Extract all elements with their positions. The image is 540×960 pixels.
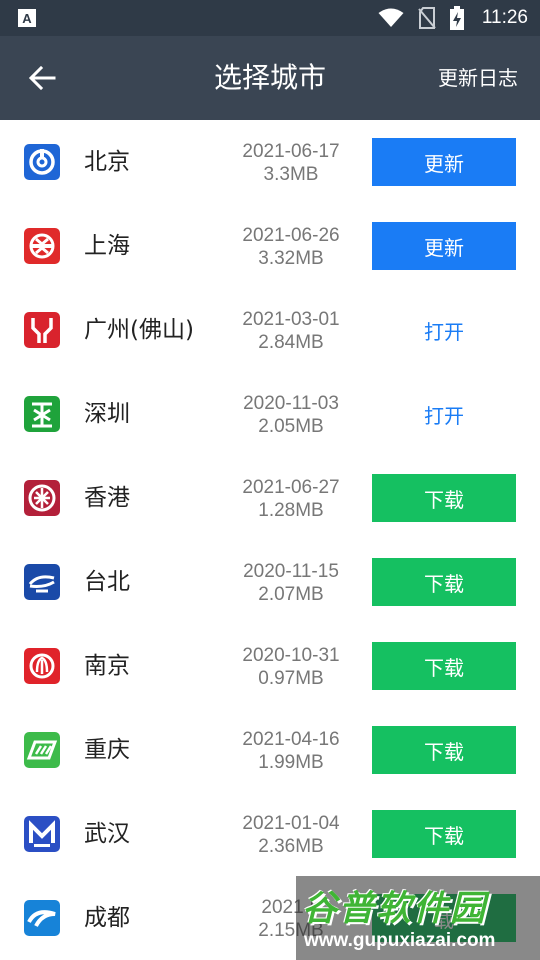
download-button[interactable]: 下载 — [372, 726, 516, 774]
city-row[interactable]: 深圳 2020-11-03 2.05MB 打开 — [0, 372, 540, 456]
city-row[interactable]: 上海 2021-06-26 3.32MB 更新 — [0, 204, 540, 288]
file-size: 1.28MB — [258, 500, 324, 521]
wuhan-metro-logo-icon — [24, 816, 60, 852]
shanghai-metro-logo-icon — [24, 228, 60, 264]
app-toolbar: 选择城市 更新日志 — [0, 36, 540, 120]
city-name: 武汉 — [84, 821, 130, 847]
city-name: 广州(佛山) — [84, 317, 194, 343]
taipei-metro-logo-icon — [24, 564, 60, 600]
update-button[interactable]: 更新 — [372, 222, 516, 270]
city-row[interactable]: 重庆 2021-04-16 1.99MB 下载 — [0, 708, 540, 792]
city-row[interactable]: 香港 2021-06-27 1.28MB 下载 — [0, 456, 540, 540]
update-date: 2021-01-04 — [242, 813, 340, 834]
chongqing-rail-logo-icon — [24, 732, 60, 768]
watermark-title: 谷普软件园 — [302, 889, 488, 929]
city-name: 重庆 — [84, 737, 130, 763]
back-button[interactable] — [22, 58, 62, 98]
chengdu-metro-logo-icon — [24, 900, 60, 936]
file-size: 2.07MB — [258, 584, 324, 605]
update-date: 2020-11-15 — [243, 561, 339, 582]
city-row[interactable]: 台北 2020-11-15 2.07MB 下载 — [0, 540, 540, 624]
battery-charging-icon — [449, 6, 464, 30]
update-date: 2021-06-27 — [242, 477, 340, 498]
watermark: 谷普软件园 www.gupuxiazai.com — [296, 876, 540, 960]
guangzhou-metro-logo-icon — [24, 312, 60, 348]
file-size: 3.32MB — [258, 248, 324, 269]
file-size: 2.36MB — [258, 836, 324, 857]
city-meta: 2021-06-27 1.28MB — [236, 476, 346, 522]
update-date: 2020-10-31 — [242, 645, 340, 666]
status-time: 11:26 — [481, 7, 528, 28]
shenzhen-metro-logo-icon — [24, 396, 60, 432]
hongkong-mtr-logo-icon — [24, 480, 60, 516]
city-name: 台北 — [84, 569, 130, 595]
city-name: 北京 — [84, 149, 130, 175]
city-name: 成都 — [84, 905, 130, 931]
city-meta: 2021-06-26 3.32MB — [236, 224, 346, 270]
file-size: 1.99MB — [258, 752, 324, 773]
update-button[interactable]: 更新 — [372, 138, 516, 186]
app-notification-icon: A — [18, 9, 36, 27]
update-date: 2021-03-01 — [242, 309, 340, 330]
file-size: 2.84MB — [258, 332, 324, 353]
watermark-url: www.gupuxiazai.com — [304, 930, 496, 951]
city-row[interactable]: 武汉 2021-01-04 2.36MB 下载 — [0, 792, 540, 876]
city-row[interactable]: 广州(佛山) 2021-03-01 2.84MB 打开 — [0, 288, 540, 372]
city-meta: 2021-01-04 2.36MB — [236, 812, 346, 858]
update-date: 2020-11-03 — [243, 393, 339, 414]
status-icons: 11:26 — [378, 0, 528, 36]
open-button[interactable]: 打开 — [372, 390, 516, 438]
city-meta: 2020-11-15 2.07MB — [236, 560, 346, 606]
nanjing-metro-logo-icon — [24, 648, 60, 684]
download-button[interactable]: 下载 — [372, 642, 516, 690]
city-row[interactable]: 北京 2021-06-17 3.3MB 更新 — [0, 120, 540, 204]
download-button[interactable]: 下载 — [372, 558, 516, 606]
no-sim-icon — [418, 7, 436, 29]
city-meta: 2020-10-31 0.97MB — [236, 644, 346, 690]
city-name: 香港 — [84, 485, 130, 511]
city-name: 南京 — [84, 653, 130, 679]
city-meta: 2020-11-03 2.05MB — [236, 392, 346, 438]
city-name: 深圳 — [84, 401, 130, 427]
city-row[interactable]: 南京 2020-10-31 0.97MB 下载 — [0, 624, 540, 708]
update-date: 2021-04-16 — [242, 729, 340, 750]
wifi-icon — [378, 8, 404, 27]
city-name: 上海 — [84, 233, 130, 259]
city-meta: 2021-04-16 1.99MB — [236, 728, 346, 774]
city-list: 北京 2021-06-17 3.3MB 更新 上海 2021-06-26 3.32MB 更新广… — [0, 120, 540, 960]
open-button[interactable]: 打开 — [372, 306, 516, 354]
beijing-metro-logo-icon — [24, 144, 60, 180]
file-size: 0.97MB — [258, 668, 324, 689]
city-meta: 2021-03-01 2.84MB — [236, 308, 346, 354]
file-size: 3.3MB — [263, 164, 319, 185]
arrow-left-icon — [28, 66, 56, 90]
file-size: 2.05MB — [258, 416, 324, 437]
update-log-button[interactable]: 更新日志 — [438, 36, 518, 120]
download-button[interactable]: 下载 — [372, 810, 516, 858]
city-meta: 2021-06-17 3.3MB — [236, 140, 346, 186]
download-button[interactable]: 下载 — [372, 474, 516, 522]
status-bar: A 11:26 — [0, 0, 540, 36]
update-date: 2021-06-26 — [242, 225, 340, 246]
update-date: 2021-06-17 — [242, 141, 340, 162]
